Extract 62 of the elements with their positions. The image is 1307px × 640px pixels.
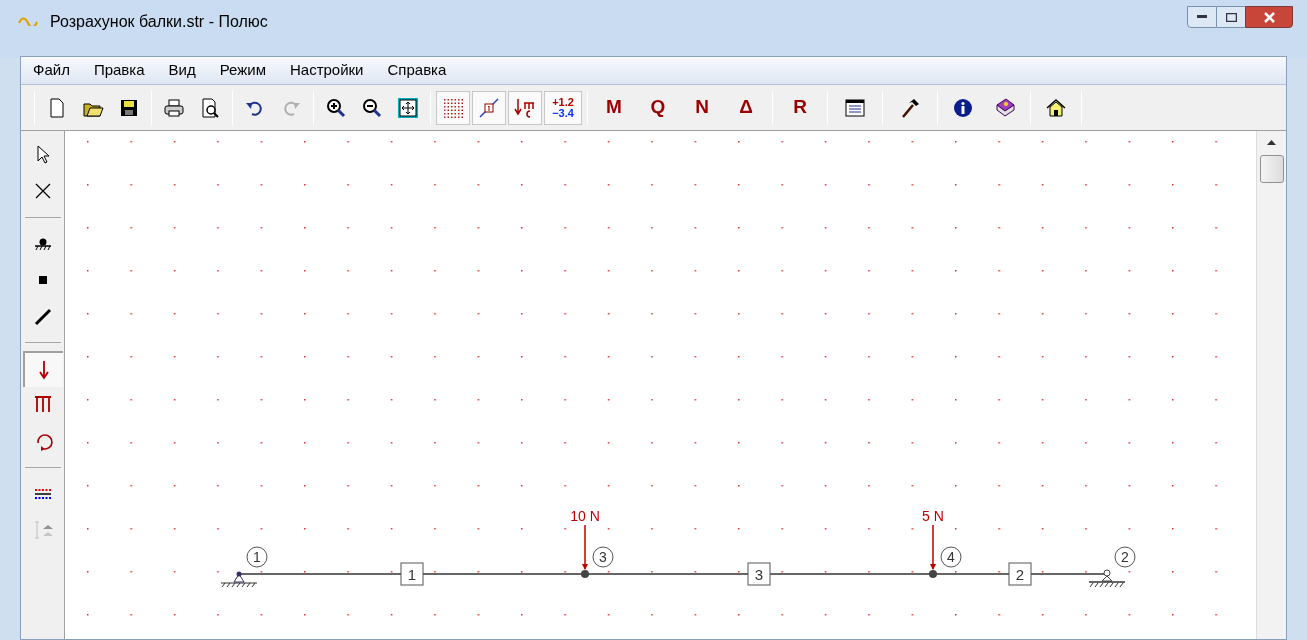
zoom-in-icon — [325, 96, 347, 119]
force-arrow — [930, 524, 936, 570]
printer-icon — [163, 96, 185, 119]
load-value: 10 N — [570, 508, 600, 524]
reactions-button[interactable]: R — [778, 90, 822, 125]
zoom-out-icon — [361, 96, 383, 119]
hammer-icon — [899, 96, 921, 119]
element-number-box — [747, 562, 771, 586]
element-number: 3 — [754, 566, 764, 583]
menu-item[interactable]: Правка — [93, 59, 145, 82]
element-number: 1 — [407, 566, 417, 583]
view-toggle[interactable] — [508, 90, 542, 125]
element-number-box — [400, 562, 424, 586]
node-number: 3 — [599, 549, 607, 565]
diagram-button[interactable]: Δ — [725, 90, 767, 125]
house-icon — [1045, 96, 1067, 119]
node-number: 2 — [1121, 549, 1129, 565]
minimize-icon — [1197, 15, 1207, 19]
info-icon — [952, 96, 974, 119]
view-toggle[interactable] — [436, 90, 470, 125]
help-book-icon — [994, 96, 1016, 119]
node-number-circle — [1114, 546, 1136, 568]
dot-grid-icon — [442, 96, 464, 119]
scrollbar-thumb[interactable] — [1259, 155, 1284, 183]
maximize-button[interactable] — [1217, 6, 1245, 28]
node-number-circle — [940, 546, 962, 568]
menu-item[interactable]: Справка — [387, 59, 447, 82]
pin-support-icon — [220, 571, 258, 588]
roller-support-icon — [1088, 569, 1126, 588]
diagram-button[interactable]: Q — [637, 90, 679, 125]
view-toggle[interactable]: +1.2 −3.4 — [544, 90, 582, 125]
table-window-icon — [844, 96, 866, 119]
force-arrow — [582, 524, 588, 570]
view-toggle[interactable] — [472, 90, 506, 125]
node-number-circle — [592, 546, 614, 568]
node-number-circle — [246, 546, 268, 568]
numbered-node-icon — [478, 96, 500, 119]
minimize-button[interactable] — [1187, 6, 1217, 28]
values-toggle-label: +1.2 −3.4 — [552, 96, 574, 119]
joint-dot — [581, 570, 589, 578]
window-title: Розрахунок балки.str - Полюс — [50, 12, 268, 32]
node-number: 1 — [253, 549, 261, 565]
scroll-up-icon[interactable] — [1267, 139, 1276, 145]
load-arrows-icon — [514, 96, 536, 119]
joint-dot — [929, 570, 937, 578]
wave-logo-icon — [18, 16, 38, 26]
menu-item[interactable]: Настройки — [289, 59, 364, 82]
menu-item[interactable]: Вид — [168, 59, 196, 82]
node-number: 4 — [947, 549, 955, 565]
element-number: 2 — [1015, 566, 1025, 583]
close-button[interactable] — [1245, 6, 1293, 28]
diagram-button[interactable]: M — [593, 90, 635, 125]
load-value: 5 N — [922, 508, 944, 524]
tool-button[interactable] — [22, 351, 63, 387]
menu-item[interactable]: Файл — [33, 59, 70, 82]
close-icon — [1263, 11, 1275, 23]
fit-arrows-icon — [397, 96, 419, 119]
maximize-icon — [1225, 12, 1237, 22]
page-magnifier-icon — [199, 96, 221, 119]
menu-item[interactable]: Режим — [219, 59, 266, 82]
diagram-button[interactable]: N — [681, 90, 723, 125]
element-number-box — [1008, 562, 1032, 586]
